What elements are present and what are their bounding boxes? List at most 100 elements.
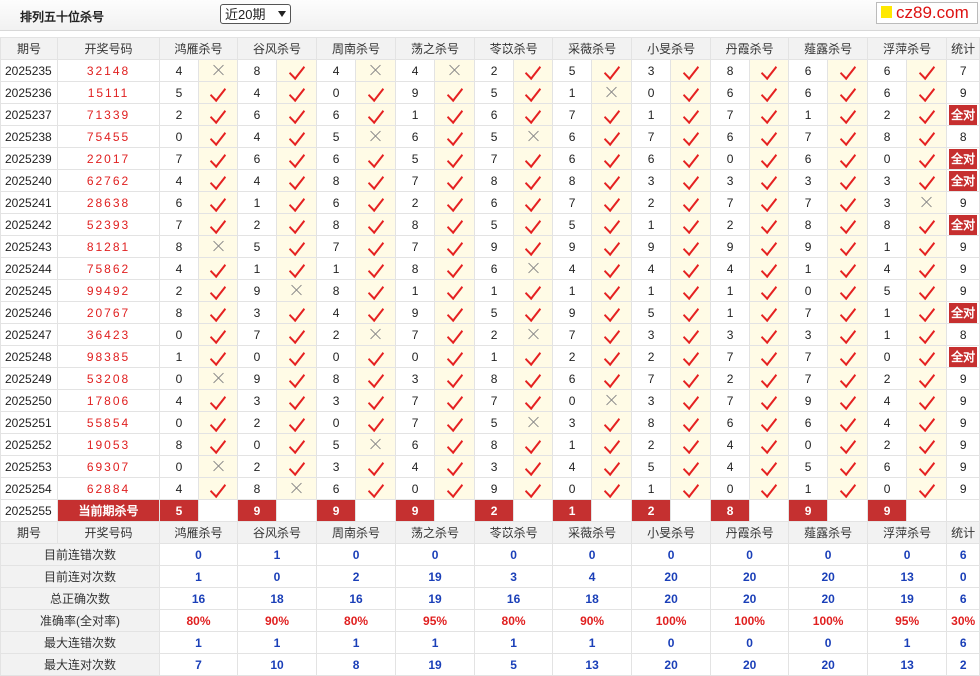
check-icon: [209, 302, 227, 322]
check-icon: [288, 346, 305, 366]
kill-number-xielu: 5: [788, 455, 829, 478]
kill-number-gufeng: 2: [237, 213, 278, 236]
kill-number-lingyi: 2: [474, 323, 515, 346]
kill-number-dangzhi: 6: [395, 125, 436, 148]
stats-value-total: 6: [946, 543, 980, 566]
check-icon: [288, 324, 305, 344]
draw-number-cell: 62762: [57, 169, 160, 192]
kill-number-danxia: 0: [710, 147, 751, 170]
result-cell: [355, 345, 397, 368]
kill-number-dangzhi: 0: [395, 345, 436, 368]
kill-number-caiwei: 2: [552, 345, 593, 368]
result-cell: [513, 301, 554, 324]
result-cell: [434, 279, 476, 302]
kill-number-dangzhi: 1: [395, 279, 436, 302]
result-cell: [513, 103, 554, 126]
kill-number-fuping: 2: [867, 433, 908, 456]
result-cell: [513, 125, 554, 148]
check-icon: [761, 368, 778, 388]
kill-number-lingyi: 8: [474, 169, 515, 192]
result-cell: [355, 257, 397, 280]
result-cell: [827, 147, 869, 170]
kill-number-zhounan: 6: [316, 103, 357, 126]
empty-cell: [749, 499, 790, 522]
check-icon: [682, 302, 699, 322]
check-icon: [209, 170, 227, 190]
check-icon: [524, 60, 542, 80]
result-cell: [276, 235, 318, 258]
check-icon: [209, 280, 227, 300]
check-icon: [918, 302, 935, 322]
check-icon: [446, 324, 463, 344]
result-cell: [670, 455, 712, 478]
result-cell: [591, 125, 633, 148]
check-icon: [918, 368, 935, 388]
kill-number-fuping: 0: [867, 345, 908, 368]
result-cell: [906, 301, 948, 324]
result-cell: [434, 257, 476, 280]
count-cell: 全对: [946, 147, 980, 170]
stats-value-hongyan: 16: [158, 587, 239, 610]
kill-number-caiwei: 7: [552, 191, 593, 214]
check-icon: [918, 434, 935, 454]
col-header-fuping: 浮萍杀号: [867, 37, 948, 60]
kill-number-fuping: 6: [867, 81, 908, 104]
check-icon: [288, 60, 305, 80]
check-icon: [839, 280, 856, 300]
check-icon: [524, 390, 542, 410]
result-cell: [355, 59, 397, 82]
check-icon: [446, 346, 463, 366]
check-icon: [682, 456, 699, 476]
result-cell: [749, 433, 790, 456]
stats-value-hongyan: 7: [158, 653, 239, 676]
result-cell: [591, 367, 633, 390]
kill-number-xiaomin: 8: [631, 411, 672, 434]
kill-number-caiwei: 1: [552, 279, 593, 302]
check-icon: [839, 456, 856, 476]
cross-icon: [212, 239, 225, 252]
site-logo[interactable]: cz89.com: [876, 2, 978, 24]
kill-number-xiaomin: 0: [631, 81, 672, 104]
stats-value-dangzhi: 19: [395, 587, 476, 610]
result-cell: [591, 301, 633, 324]
check-icon: [446, 192, 463, 212]
check-icon: [367, 148, 384, 168]
result-cell: [591, 169, 633, 192]
result-cell: [276, 191, 318, 214]
check-icon: [603, 258, 620, 278]
current-kill-gufeng: 9: [237, 499, 278, 522]
result-cell: [749, 125, 790, 148]
check-icon: [839, 434, 856, 454]
result-cell: [906, 81, 948, 104]
result-cell: [276, 147, 318, 170]
period-select[interactable]: 近20期: [220, 4, 291, 24]
check-icon: [367, 214, 384, 234]
check-icon: [288, 434, 305, 454]
kill-number-danxia: 7: [710, 389, 751, 412]
check-icon: [918, 412, 935, 432]
cross-icon: [527, 261, 540, 274]
result-cell: [197, 191, 239, 214]
result-cell: [355, 191, 397, 214]
result-cell: [434, 235, 476, 258]
stats-value-xielu: 20: [788, 653, 869, 676]
period-cell: 2025252: [0, 433, 58, 456]
result-cell: [670, 235, 712, 258]
check-icon: [446, 280, 463, 300]
kill-number-lingyi: 5: [474, 81, 515, 104]
kill-number-gufeng: 4: [237, 169, 278, 192]
period-cell: 2025253: [0, 455, 58, 478]
check-icon: [761, 346, 778, 366]
empty-cell: [591, 499, 633, 522]
check-icon: [682, 104, 699, 124]
count-cell: 全对: [946, 103, 980, 126]
result-cell: [670, 367, 712, 390]
table-row: 2025240 62762 4 4 8 7 8 8 3 3 3 3 全对: [0, 169, 980, 192]
kill-number-xiaomin: 7: [631, 125, 672, 148]
check-icon: [367, 192, 384, 212]
cross-icon: [290, 481, 303, 494]
result-cell: [749, 367, 790, 390]
current-kill-danxia: 8: [710, 499, 751, 522]
check-icon: [367, 368, 384, 388]
count-cell: 9: [946, 477, 980, 500]
